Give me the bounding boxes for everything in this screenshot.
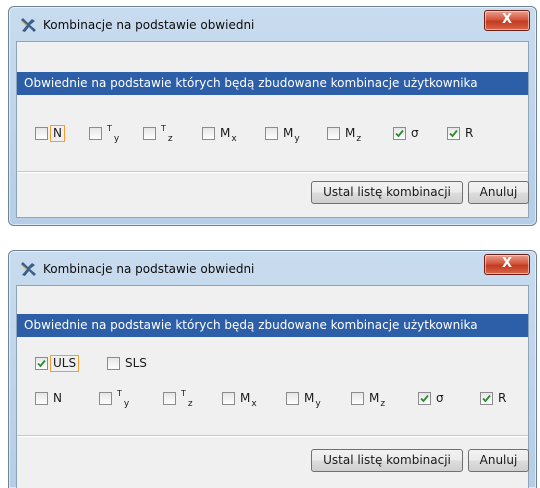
checkbox-label: Mz <box>345 126 362 144</box>
dialog-window: Kombinacje na podstawie obwiedni X Obwie… <box>8 250 537 488</box>
dialog-body: Obwiednie na podstawie których będą zbud… <box>16 285 529 488</box>
cancel-button[interactable]: Anuluj <box>468 449 529 472</box>
label-main: N <box>53 391 62 405</box>
label-subscript: z <box>167 134 173 144</box>
label-subscript: y <box>113 134 120 144</box>
label-subscript: z <box>356 134 362 144</box>
checkbox-label: Mz <box>369 391 386 409</box>
label-main: R <box>498 391 507 405</box>
label-subscript: y <box>315 399 321 409</box>
window-title: Kombinacje na podstawie obwiedni <box>43 262 255 276</box>
checkbox-label: Ty <box>117 389 130 409</box>
checkbox-box[interactable] <box>89 127 102 140</box>
set-combination-list-button[interactable]: Ustal listę kombinacji <box>311 181 463 204</box>
checkbox-label: N <box>50 125 65 142</box>
checkbox-box[interactable] <box>480 392 493 405</box>
label-main: M <box>369 391 380 405</box>
section-header: Obwiednie na podstawie których będą zbud… <box>17 314 528 337</box>
title-bar[interactable]: Kombinacje na podstawie obwiedni X <box>9 7 536 41</box>
check-icon <box>482 394 491 403</box>
close-button[interactable]: X <box>484 10 530 31</box>
app-icon <box>21 18 36 32</box>
checkbox-box[interactable] <box>35 392 48 405</box>
checkbox-box[interactable] <box>35 357 48 370</box>
label-subscript: y <box>294 134 300 144</box>
checkbox-label: Mx <box>220 126 237 144</box>
checkbox-box[interactable] <box>143 127 156 140</box>
checkbox-label: σ <box>411 126 419 141</box>
check-icon <box>395 129 404 138</box>
checkbox-box[interactable] <box>265 127 278 140</box>
checkbox-box[interactable] <box>351 392 364 405</box>
label-superscript: T <box>161 124 166 133</box>
cancel-button[interactable]: Anuluj <box>468 181 529 204</box>
checkbox-label: My <box>283 126 300 144</box>
checkbox-label: My <box>304 391 321 409</box>
checkbox-box[interactable] <box>202 127 215 140</box>
set-combination-list-button[interactable]: Ustal listę kombinacji <box>311 449 463 472</box>
divider <box>17 171 528 173</box>
label-main: M <box>304 391 315 405</box>
checkbox-box[interactable] <box>393 127 406 140</box>
label-main: R <box>465 126 474 140</box>
check-icon <box>420 394 429 403</box>
label-main: N <box>53 126 62 140</box>
section-header: Obwiednie na podstawie których będą zbud… <box>17 72 528 95</box>
check-icon <box>449 129 458 138</box>
checkbox-box[interactable] <box>327 127 340 140</box>
close-button[interactable]: X <box>484 254 530 275</box>
label-main: M <box>220 126 231 140</box>
label-superscript: T <box>117 389 122 398</box>
checkbox-label: Mx <box>240 391 257 409</box>
label-superscript: T <box>107 124 112 133</box>
label-subscript: x <box>231 134 237 144</box>
checkbox-box[interactable] <box>447 127 460 140</box>
label-subscript: y <box>123 399 130 409</box>
checkbox-label: Tz <box>181 389 193 409</box>
checkbox-box[interactable] <box>163 392 176 405</box>
divider <box>17 435 528 437</box>
window-title: Kombinacje na podstawie obwiedni <box>43 18 255 32</box>
checkbox-label: ULS <box>50 355 80 372</box>
label-subscript: z <box>187 399 193 409</box>
checkbox-label: N <box>53 391 62 406</box>
label-subscript: z <box>380 399 386 409</box>
checkbox-label: σ <box>436 391 444 406</box>
checkbox-box[interactable] <box>99 392 112 405</box>
label-main: σ <box>436 391 444 405</box>
checkbox-label: R <box>498 391 506 406</box>
checkbox-box[interactable] <box>286 392 299 405</box>
checkbox-label: R <box>465 126 473 141</box>
label-main: M <box>240 391 251 405</box>
checkbox-box[interactable] <box>107 357 120 370</box>
label-main: σ <box>411 126 419 140</box>
checkbox-box[interactable] <box>35 127 48 140</box>
checkbox-box[interactable] <box>222 392 235 405</box>
label-subscript: x <box>251 399 257 409</box>
label-superscript: T <box>181 389 186 398</box>
label-main: M <box>345 126 356 140</box>
checkbox-label: Ty <box>107 124 120 144</box>
app-icon <box>21 262 36 276</box>
label-main: M <box>283 126 294 140</box>
checkbox-box[interactable] <box>418 392 431 405</box>
dialog-body: Obwiednie na podstawie których będą zbud… <box>16 41 529 218</box>
check-icon <box>37 359 46 368</box>
checkbox-label: Tz <box>161 124 173 144</box>
title-bar[interactable]: Kombinacje na podstawie obwiedni X <box>9 251 536 285</box>
checkbox-label: SLS <box>125 356 147 370</box>
dialog-window: Kombinacje na podstawie obwiedni X Obwie… <box>8 6 537 226</box>
